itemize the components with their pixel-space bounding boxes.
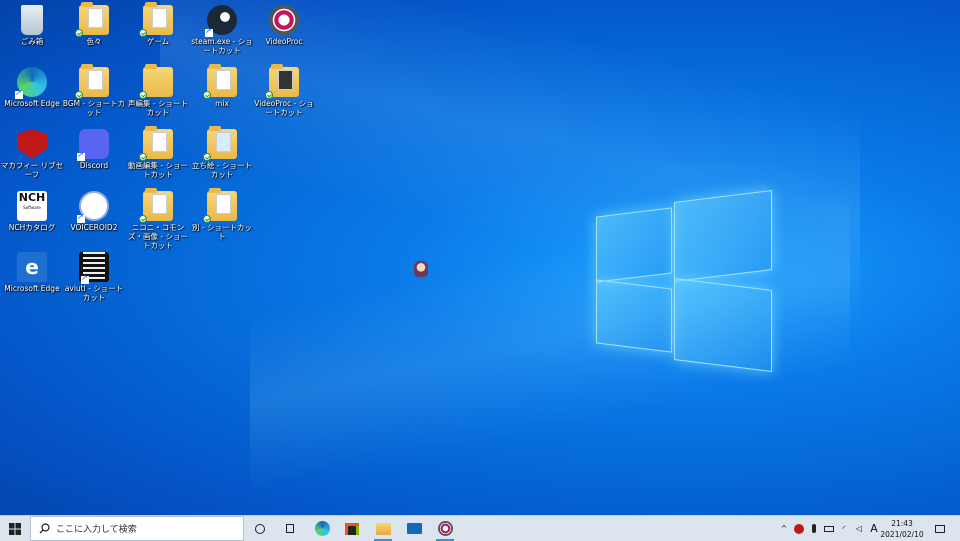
- folder-icon: [203, 126, 237, 161]
- desktop-icon-edge[interactable]: Microsoft Edge: [0, 64, 64, 108]
- taskbar-search-box[interactable]: ここに入力して検索: [30, 516, 244, 541]
- desktop-icon-mcafee[interactable]: マカフィー リブセーフ: [0, 126, 64, 179]
- desktop-icon-folder[interactable]: ニコニ・コモンズ・画像 - ショートカット: [126, 188, 190, 250]
- desktop-mascot-sprite[interactable]: [414, 261, 428, 277]
- taskbar-videoproc-button[interactable]: [432, 516, 458, 541]
- ime-indicator[interactable]: A: [867, 516, 881, 541]
- desktop-icon-steam[interactable]: steam.exe - ショートカット: [190, 2, 254, 55]
- chevron-up-icon: ^: [780, 524, 788, 533]
- tray-mcafee[interactable]: [792, 516, 806, 541]
- desktop-icon-recycle-bin[interactable]: ごみ箱: [0, 2, 64, 46]
- desktop-icon-folder[interactable]: 声編集 - ショートカット: [126, 64, 190, 117]
- search-icon: [39, 523, 50, 534]
- desktop-icon-discord[interactable]: Discord: [62, 126, 126, 170]
- clock-date: 2021/02/10: [880, 530, 924, 539]
- folder-icon: [265, 64, 299, 99]
- file-explorer-icon: [375, 522, 391, 535]
- desktop-icon-folder[interactable]: BGM - ショートカット: [62, 64, 126, 117]
- desktop-icon-voiceroid[interactable]: VOICEROID2: [62, 188, 126, 232]
- folder-icon: [139, 188, 173, 223]
- nch-logo-sub: Software: [23, 205, 41, 210]
- folder-icon: [75, 2, 109, 37]
- desktop-icon-folder[interactable]: VideoProc - ショートカット: [252, 64, 316, 117]
- edge-legacy-icon: e: [17, 252, 47, 282]
- windows-icon: [9, 522, 21, 535]
- taskbar: ここに入力して検索 ^ ◜ ◁ A 21:43 2021/02/10: [0, 515, 960, 541]
- discord-icon: [77, 129, 109, 161]
- taskbar-clock[interactable]: 21:43 2021/02/10: [880, 518, 924, 540]
- clock-time: 21:43: [891, 519, 913, 528]
- show-hidden-icons-button[interactable]: ^: [778, 516, 790, 541]
- folder-icon: [139, 126, 173, 161]
- desktop-icon-folder[interactable]: 動画編集 - ショートカット: [126, 126, 190, 179]
- cortana-button[interactable]: [248, 516, 272, 541]
- recycle-bin-icon: [21, 5, 43, 35]
- videoproc-icon: [269, 5, 299, 35]
- folder-icon: [139, 64, 173, 99]
- mcafee-icon: [17, 129, 47, 159]
- tray-battery[interactable]: [822, 516, 836, 541]
- search-placeholder: ここに入力して検索: [56, 525, 137, 535]
- cortana-icon: [255, 523, 265, 534]
- edge-icon: [314, 521, 330, 536]
- desktop-icon-aviutl[interactable]: aviutl - ショートカット: [62, 249, 126, 302]
- mcafee-tray-icon: [794, 523, 804, 534]
- voiceroid-icon: [77, 191, 109, 223]
- desktop-icon-folder[interactable]: ゲーム: [126, 2, 190, 46]
- taskbar-store-button[interactable]: [339, 516, 365, 541]
- desktop-icon-folder[interactable]: 別 - ショートカット: [190, 188, 254, 241]
- task-view-icon: [286, 524, 294, 533]
- desktop-icon-folder[interactable]: mix: [190, 64, 254, 108]
- tray-network[interactable]: ◜: [837, 516, 851, 541]
- steam-icon: [205, 5, 237, 37]
- notification-center-button[interactable]: [928, 516, 952, 541]
- wifi-icon: ◜: [842, 524, 846, 533]
- videoproc-icon: [437, 521, 453, 536]
- battery-icon: [824, 525, 834, 532]
- folder-icon: [139, 2, 173, 37]
- ime-indicator-label: A: [870, 522, 878, 535]
- taskbar-mail-button[interactable]: [401, 516, 427, 541]
- microphone-icon: [812, 524, 816, 533]
- tray-volume[interactable]: ◁: [852, 516, 866, 541]
- notification-icon: [935, 524, 945, 533]
- windows-wallpaper-logo: [596, 189, 772, 373]
- speaker-icon: ◁: [855, 524, 863, 533]
- task-view-button[interactable]: [278, 516, 302, 541]
- tray-microphone[interactable]: [807, 516, 821, 541]
- folder-icon: [203, 188, 237, 223]
- nch-logo-text: NCH: [18, 191, 46, 204]
- desktop-icon-nch[interactable]: NCH Software NCHカタログ: [0, 188, 64, 232]
- folder-icon: [203, 64, 237, 99]
- desktop-icon-folder[interactable]: 立ち絵 - ショートカット: [190, 126, 254, 179]
- film-icon: [79, 252, 109, 284]
- folder-icon: [75, 64, 109, 99]
- edge-icon: [15, 67, 47, 99]
- desktop-icon-folder[interactable]: 色々: [62, 2, 126, 46]
- start-button[interactable]: [0, 516, 30, 541]
- desktop-icon-edge-legacy[interactable]: e Microsoft Edge: [0, 249, 64, 293]
- mail-icon: [406, 523, 422, 534]
- store-icon: [345, 522, 359, 535]
- desktop-icon-videoproc[interactable]: VideoProc: [252, 2, 316, 46]
- taskbar-edge-button[interactable]: [309, 516, 335, 541]
- nch-icon: NCH Software: [17, 191, 47, 221]
- taskbar-file-explorer-button[interactable]: [370, 516, 396, 541]
